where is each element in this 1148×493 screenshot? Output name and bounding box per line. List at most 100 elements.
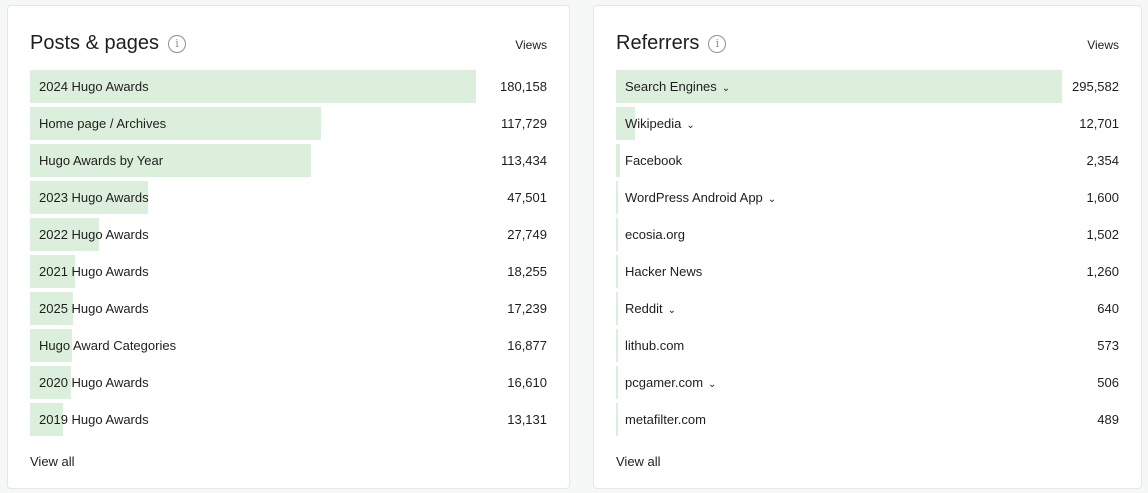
row-label-text: 2023 Hugo Awards (39, 190, 149, 205)
row-label[interactable]: lithub.com (625, 329, 684, 362)
info-icon[interactable]: i (167, 34, 186, 53)
row-views-value: 47,501 (507, 190, 547, 205)
referrers-title: Referrers (616, 32, 700, 54)
row-label[interactable]: Reddit ⌄ (625, 292, 676, 325)
row-label-text: Hacker News (625, 264, 703, 279)
view-all-referrers-link[interactable]: View all (616, 454, 661, 469)
list-item[interactable]: 2022 Hugo Awards 27,749 (30, 218, 547, 255)
referrers-title-wrap: Referrers i (616, 32, 727, 55)
chevron-down-icon[interactable]: ⌄ (722, 72, 730, 105)
view-all-posts-link[interactable]: View all (30, 454, 75, 469)
row-label[interactable]: Hugo Award Categories (39, 329, 176, 362)
row-label[interactable]: 2020 Hugo Awards (39, 366, 149, 399)
row-views-value: 16,610 (507, 375, 547, 390)
chevron-down-icon[interactable]: ⌄ (668, 294, 676, 327)
list-item[interactable]: Hugo Award Categories 16,877 (30, 329, 547, 366)
row-views-value: 113,434 (500, 153, 547, 168)
row-label-text: 2020 Hugo Awards (39, 375, 149, 390)
list-item[interactable]: Home page / Archives 117,729 (30, 107, 547, 144)
list-item[interactable]: pcgamer.com ⌄ 506 (616, 366, 1119, 403)
views-bar (616, 144, 620, 177)
row-views-value: 1,502 (1086, 227, 1119, 242)
row-label[interactable]: ecosia.org (625, 218, 685, 251)
info-icon[interactable]: i (708, 34, 727, 53)
row-label[interactable]: Wikipedia ⌄ (625, 107, 695, 140)
row-label-text: ecosia.org (625, 227, 685, 242)
list-item[interactable]: 2025 Hugo Awards 17,239 (30, 292, 547, 329)
chevron-down-icon[interactable]: ⌄ (708, 368, 716, 401)
views-bar (616, 292, 618, 325)
row-label[interactable]: Home page / Archives (39, 107, 166, 140)
views-bar (616, 218, 618, 251)
views-bar (616, 329, 618, 362)
row-label[interactable]: 2022 Hugo Awards (39, 218, 149, 251)
referrers-list: Search Engines ⌄ 295,582 Wikipedia ⌄ 12,701 Fa… (616, 70, 1119, 440)
views-bar (616, 181, 618, 214)
row-views-value: 17,239 (507, 301, 547, 316)
row-views-value: 180,158 (500, 79, 547, 94)
row-label-text: WordPress Android App (625, 190, 763, 205)
list-item[interactable]: Reddit ⌄ 640 (616, 292, 1119, 329)
posts-pages-card: Posts & pages i Views 2024 Hugo Awards 18… (7, 5, 570, 489)
row-label[interactable]: pcgamer.com ⌄ (625, 366, 716, 399)
views-column-label: Views (515, 38, 547, 52)
row-label-text: Home page / Archives (39, 116, 167, 131)
views-bar (616, 366, 618, 399)
row-label[interactable]: metafilter.com (625, 403, 706, 436)
row-views-value: 117,729 (500, 116, 547, 131)
chevron-down-icon[interactable]: ⌄ (768, 183, 776, 216)
list-item[interactable]: Hugo Awards by Year 113,434 (30, 144, 547, 181)
posts-pages-header: Posts & pages i Views (30, 32, 547, 62)
views-bar (616, 255, 618, 288)
row-label[interactable]: 2021 Hugo Awards (39, 255, 149, 288)
row-views-value: 506 (1097, 375, 1119, 390)
row-views-value: 1,600 (1086, 190, 1119, 205)
row-label-text: Search Engines (625, 79, 717, 94)
chevron-down-icon[interactable]: ⌄ (686, 109, 694, 142)
row-label-text: 2025 Hugo Awards (39, 301, 149, 316)
row-label-text: metafilter.com (625, 412, 706, 427)
row-label-text: Wikipedia (625, 116, 682, 131)
row-label-text: Hugo Award Categories (39, 338, 177, 353)
row-views-value: 573 (1097, 338, 1119, 353)
row-views-value: 16,877 (507, 338, 547, 353)
row-label-text: 2021 Hugo Awards (39, 264, 149, 279)
posts-pages-list: 2024 Hugo Awards 180,158 Home page / Archi… (30, 70, 547, 440)
row-label[interactable]: 2019 Hugo Awards (39, 403, 149, 436)
row-label-text: Facebook (625, 153, 683, 168)
list-item[interactable]: lithub.com 573 (616, 329, 1119, 366)
row-label[interactable]: WordPress Android App ⌄ (625, 181, 776, 214)
row-label[interactable]: Facebook (625, 144, 682, 177)
list-item[interactable]: 2020 Hugo Awards 16,610 (30, 366, 547, 403)
row-views-value: 295,582 (1072, 79, 1119, 94)
row-views-value: 640 (1097, 301, 1119, 316)
list-item[interactable]: 2019 Hugo Awards 13,131 (30, 403, 547, 440)
row-label[interactable]: 2024 Hugo Awards (39, 70, 149, 103)
row-label[interactable]: 2025 Hugo Awards (39, 292, 149, 325)
list-item[interactable]: metafilter.com 489 (616, 403, 1119, 440)
list-item[interactable]: Search Engines ⌄ 295,582 (616, 70, 1119, 107)
posts-pages-title-wrap: Posts & pages i (30, 32, 186, 55)
referrers-card: Referrers i Views Search Engines ⌄ 295,582… (593, 5, 1142, 489)
list-item[interactable]: WordPress Android App ⌄ 1,600 (616, 181, 1119, 218)
row-label-text: 2022 Hugo Awards (39, 227, 149, 242)
row-views-value: 12,701 (1079, 116, 1119, 131)
list-item[interactable]: Facebook 2,354 (616, 144, 1119, 181)
list-item[interactable]: ecosia.org 1,502 (616, 218, 1119, 255)
posts-pages-title: Posts & pages (30, 32, 159, 54)
row-label[interactable]: Hacker News (625, 255, 702, 288)
row-label-text: lithub.com (625, 338, 685, 353)
list-item[interactable]: 2024 Hugo Awards 180,158 (30, 70, 547, 107)
views-column-label: Views (1087, 38, 1119, 52)
row-label-text: pcgamer.com (625, 375, 704, 390)
row-views-value: 2,354 (1086, 153, 1119, 168)
list-item[interactable]: Hacker News 1,260 (616, 255, 1119, 292)
row-label[interactable]: Search Engines ⌄ (625, 70, 730, 103)
row-views-value: 18,255 (507, 264, 547, 279)
row-label-text: Hugo Awards by Year (39, 153, 164, 168)
row-label[interactable]: 2023 Hugo Awards (39, 181, 149, 214)
list-item[interactable]: Wikipedia ⌄ 12,701 (616, 107, 1119, 144)
row-label[interactable]: Hugo Awards by Year (39, 144, 163, 177)
list-item[interactable]: 2021 Hugo Awards 18,255 (30, 255, 547, 292)
list-item[interactable]: 2023 Hugo Awards 47,501 (30, 181, 547, 218)
